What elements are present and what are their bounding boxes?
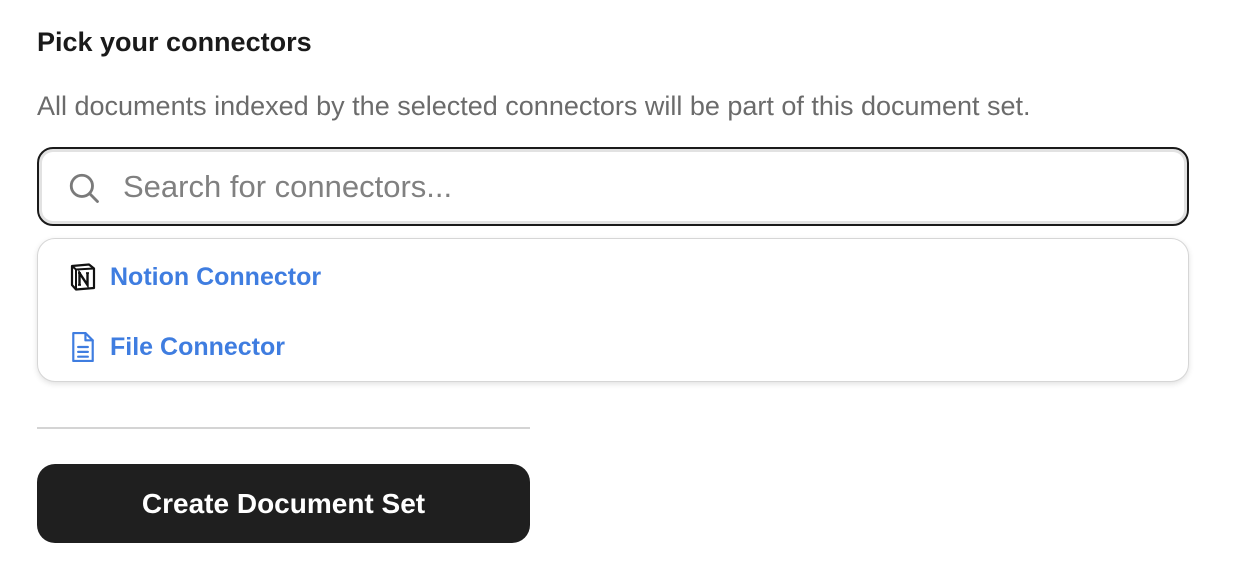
connector-dropdown: Notion Connector File Connector xyxy=(37,238,1189,382)
search-icon xyxy=(69,173,99,203)
connector-option-notion[interactable]: Notion Connector xyxy=(66,257,321,297)
connector-option-label: Notion Connector xyxy=(110,262,322,291)
connector-option-file[interactable]: File Connector xyxy=(66,327,285,367)
section-title: Pick your connectors xyxy=(37,27,312,57)
section-description: All documents indexed by the selected co… xyxy=(37,91,1031,121)
file-icon xyxy=(66,330,100,364)
notion-icon xyxy=(66,260,100,294)
connector-option-label: File Connector xyxy=(110,332,286,361)
connector-search-box[interactable] xyxy=(37,147,1189,226)
connector-search-input[interactable] xyxy=(123,163,1163,211)
divider xyxy=(37,427,530,429)
create-document-set-button[interactable]: Create Document Set xyxy=(37,464,530,543)
